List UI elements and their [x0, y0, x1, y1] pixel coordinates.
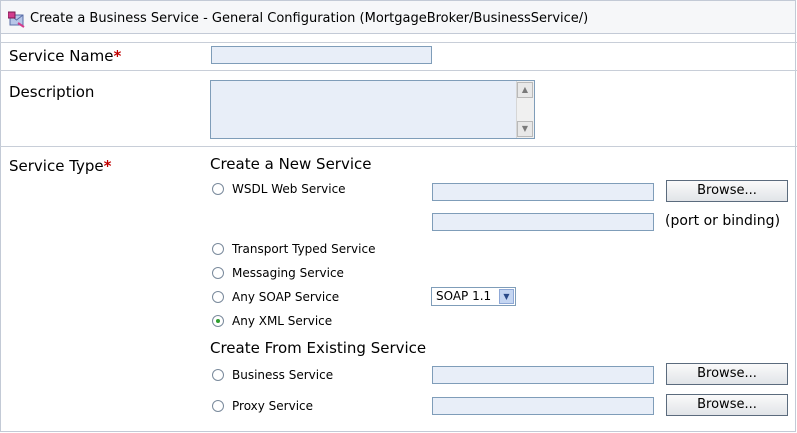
- scroll-up-icon[interactable]: ▲: [517, 82, 533, 98]
- messaging-service-label: Messaging Service: [232, 266, 344, 280]
- service-name-input[interactable]: [211, 46, 432, 64]
- proxy-service-input[interactable]: [432, 397, 654, 415]
- transport-typed-service-radio[interactable]: [212, 243, 224, 255]
- service-type-label: Service Type*: [9, 157, 112, 175]
- soap-version-select[interactable]: SOAP 1.1 ▼: [431, 287, 516, 306]
- messaging-service-radio[interactable]: [212, 267, 224, 279]
- business-service-label: Business Service: [232, 368, 334, 382]
- port-binding-hint: (port or binding): [665, 213, 781, 229]
- any-soap-service-label: Any SOAP Service: [232, 290, 340, 304]
- row-divider: [0, 146, 797, 147]
- proxy-browse-button[interactable]: Browse...: [666, 394, 788, 416]
- proxy-service-radio[interactable]: [212, 400, 224, 412]
- wsdl-browse-button[interactable]: Browse...: [666, 180, 788, 202]
- soap-version-value: SOAP 1.1: [436, 289, 492, 303]
- any-soap-service-radio[interactable]: [212, 291, 224, 303]
- proxy-service-label: Proxy Service: [232, 399, 314, 413]
- port-binding-input[interactable]: [432, 213, 654, 231]
- row-divider: [0, 70, 797, 71]
- page-title: Create a Business Service - General Conf…: [30, 11, 589, 26]
- required-marker: *: [103, 157, 112, 175]
- business-service-icon: [8, 11, 25, 28]
- chevron-down-icon[interactable]: ▼: [499, 289, 514, 304]
- wsdl-resource-input[interactable]: [432, 183, 654, 201]
- page-header: Create a Business Service - General Conf…: [0, 0, 796, 34]
- required-marker: *: [113, 47, 122, 65]
- description-textarea[interactable]: ▲ ▼: [210, 80, 535, 139]
- description-scrollbar[interactable]: ▲ ▼: [516, 81, 534, 138]
- transport-typed-service-label: Transport Typed Service: [232, 242, 376, 256]
- any-xml-service-label: Any XML Service: [232, 314, 333, 328]
- any-xml-service-radio[interactable]: [212, 315, 224, 327]
- business-service-radio[interactable]: [212, 369, 224, 381]
- new-service-section-title: Create a New Service: [210, 155, 372, 173]
- wsdl-web-service-label: WSDL Web Service: [232, 182, 346, 196]
- scroll-down-icon[interactable]: ▼: [517, 121, 533, 137]
- wsdl-web-service-radio[interactable]: [212, 183, 224, 195]
- existing-service-section-title: Create From Existing Service: [210, 339, 427, 357]
- service-name-label: Service Name*: [9, 47, 122, 65]
- description-label: Description: [9, 83, 95, 101]
- business-service-input[interactable]: [432, 366, 654, 384]
- row-divider: [0, 42, 797, 43]
- business-browse-button[interactable]: Browse...: [666, 363, 788, 385]
